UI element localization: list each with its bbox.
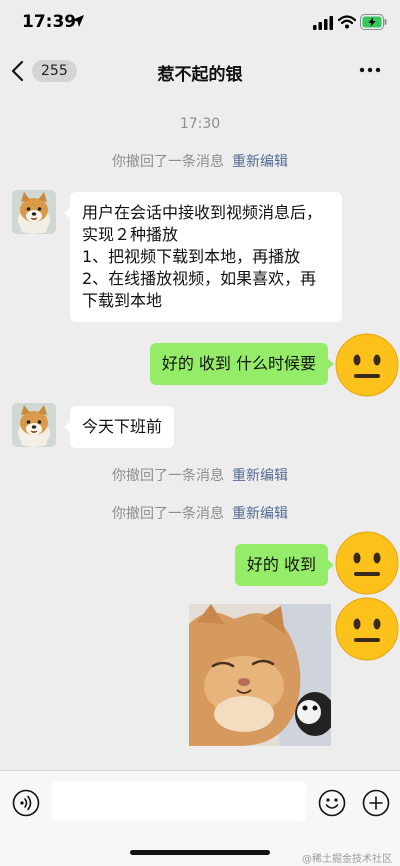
neutral-face-emoji-avatar[interactable] [334, 596, 400, 662]
recall-note-text: 你撤回了一条消息 [112, 468, 224, 484]
emoji-picker-icon[interactable] [318, 789, 346, 817]
incoming-message-bubble[interactable]: 用户在会话中接收到视频消息后，实现２种播放 1、把视频下载到本地，再播放 2、在… [64, 192, 342, 322]
watermark: @稀土掘金技术社区 [302, 854, 392, 865]
recall-note: 你撤回了一条消息 重新编辑 [0, 151, 400, 171]
reedit-link[interactable]: 重新编辑 [232, 506, 288, 522]
status-time: 17:39 [22, 12, 77, 32]
message-list[interactable]: 17:30 你撤回了一条消息 重新编辑 用户在会话中接收到视频消息后，实现２种播放… [0, 96, 400, 770]
more-options-icon[interactable] [358, 60, 382, 80]
recall-note: 你撤回了一条消息 重新编辑 [0, 465, 400, 485]
chat-header: 255 惹不起的银 [0, 46, 400, 96]
more-actions-plus-icon[interactable] [362, 789, 390, 817]
neutral-face-emoji-avatar[interactable] [334, 530, 400, 596]
outgoing-message-bubble[interactable]: 好的 收到 [234, 544, 335, 586]
battery-charging-icon [360, 14, 387, 30]
outgoing-image-message[interactable] [189, 604, 331, 746]
reedit-link[interactable]: 重新编辑 [232, 154, 288, 170]
neutral-face-emoji-avatar[interactable] [334, 332, 400, 398]
message-input[interactable] [52, 781, 306, 821]
wifi-icon [338, 15, 356, 29]
outgoing-message-bubble[interactable]: 好的 收到 什么时候要 [149, 343, 335, 385]
recall-note-text: 你撤回了一条消息 [112, 154, 224, 170]
time-label: 17:30 [179, 116, 221, 132]
recall-note-text: 你撤回了一条消息 [112, 506, 224, 522]
cellular-signal-icon [313, 16, 333, 30]
voice-input-icon[interactable] [12, 789, 40, 817]
home-indicator[interactable] [130, 850, 270, 855]
status-bar: 17:39 [0, 0, 400, 46]
shiba-dog-icon [12, 403, 56, 447]
recall-note: 你撤回了一条消息 重新编辑 [0, 503, 400, 523]
chat-title: 惹不起的银 [157, 65, 243, 85]
location-arrow-icon [72, 15, 84, 27]
incoming-message-bubble[interactable]: 今天下班前 [63, 406, 175, 448]
contact-avatar[interactable] [12, 190, 56, 234]
reedit-link[interactable]: 重新编辑 [232, 468, 288, 484]
contact-avatar[interactable] [12, 403, 56, 447]
cat-photo-icon [189, 604, 331, 746]
shiba-dog-icon [12, 190, 56, 234]
